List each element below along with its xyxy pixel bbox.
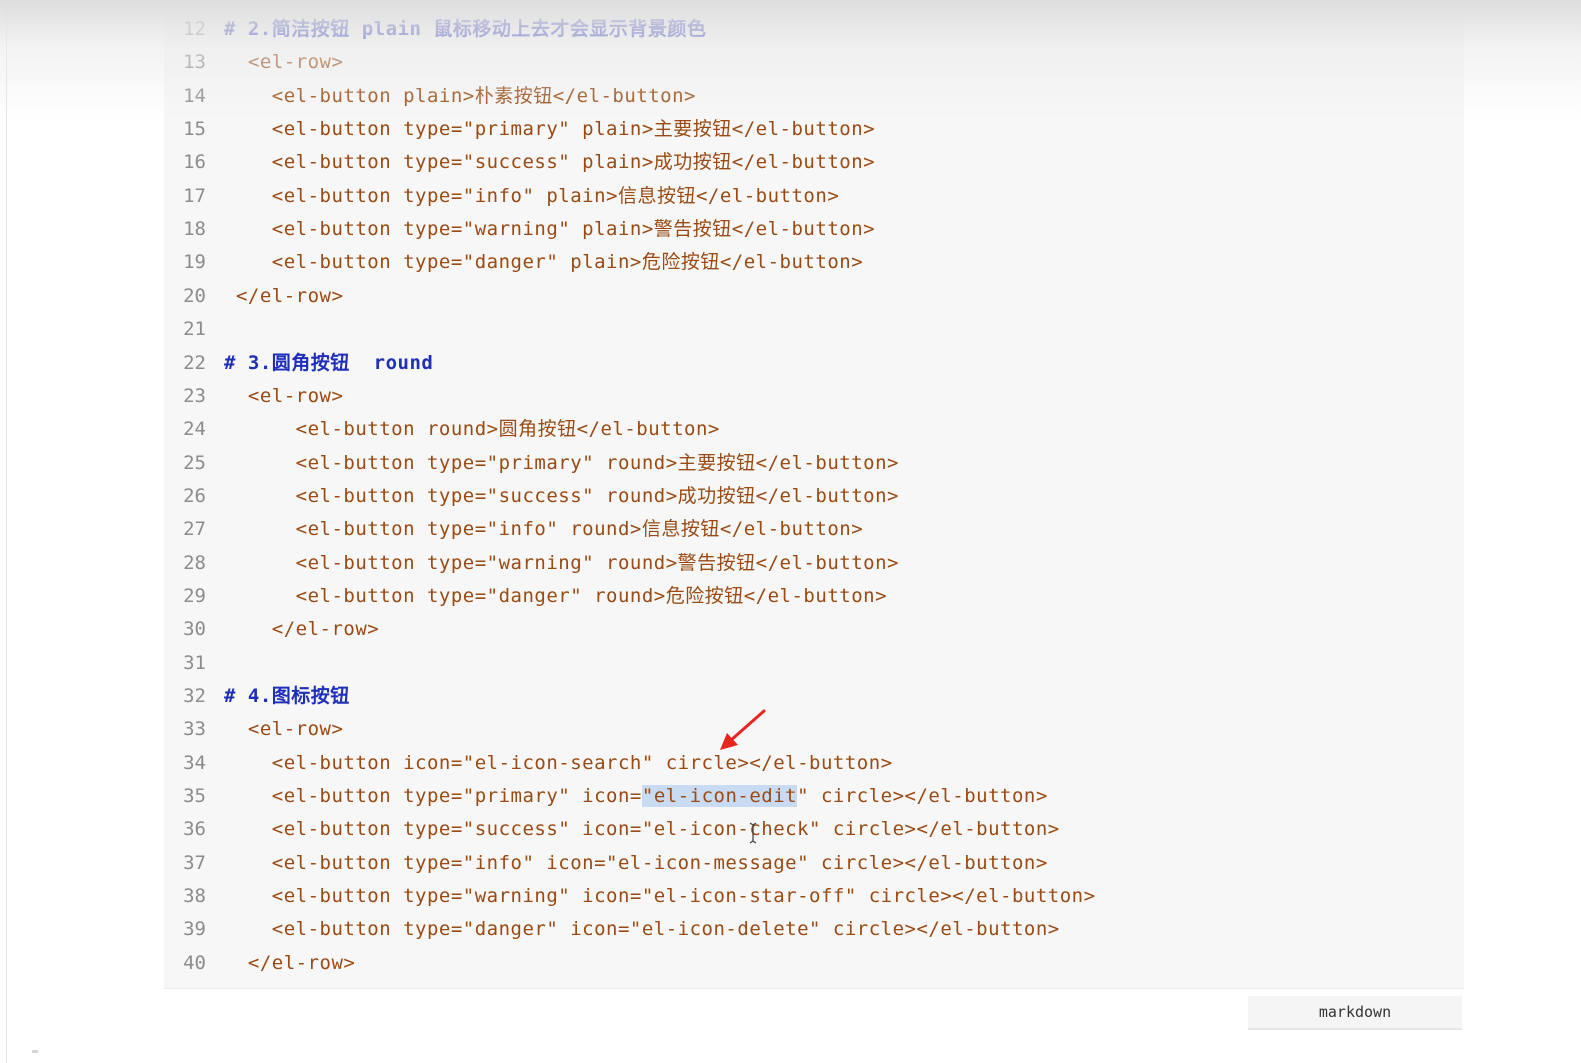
line-number: 15	[183, 118, 206, 141]
code-block[interactable]: 12 # 2.简洁按钮 plain 鼠标移动上去才会显示背景颜色 13 <el-ro…	[164, 0, 1464, 989]
line-number: 23	[183, 384, 206, 407]
code-text: </el-row>	[224, 618, 380, 641]
code-text: <el-button type="primary" plain>主要按钮</el…	[224, 118, 876, 141]
code-text: <el-row>	[224, 718, 344, 741]
line-number: 28	[183, 551, 206, 574]
line-number: 31	[183, 651, 206, 674]
line-number: 12	[183, 18, 206, 40]
line-number: 24	[183, 418, 206, 441]
line-number: 29	[183, 584, 206, 607]
line-number: 18	[183, 218, 206, 241]
code-text: <el-button type="primary" round>主要按钮</el…	[224, 451, 899, 474]
line-number: 40	[183, 951, 206, 974]
line-number: 32	[183, 685, 206, 707]
line-number: 39	[183, 918, 206, 941]
code-text: <el-button type="success" round>成功按钮</el…	[224, 484, 899, 507]
line-number: 21	[183, 318, 206, 341]
line-number: 33	[183, 718, 206, 741]
line-number: 25	[183, 451, 206, 474]
code-text: <el-button type="danger" round>危险按钮</el-…	[224, 584, 888, 607]
code-text: <el-button type="info" plain>信息按钮</el-bu…	[224, 184, 840, 207]
code-text: <el-button type="info" round>信息按钮</el-bu…	[224, 518, 864, 541]
code-text: <el-button type="warning" icon="el-icon-…	[224, 885, 1096, 908]
left-border	[6, 0, 7, 1063]
code-text: <el-row>	[224, 384, 344, 407]
code-text: <el-button type="success" icon="el-icon-…	[224, 818, 1060, 841]
code-text: <el-button type="danger" plain>危险按钮</el-…	[224, 251, 864, 274]
line-number: 26	[183, 484, 206, 507]
screen: 12 # 2.简洁按钮 plain 鼠标移动上去才会显示背景颜色 13 <el-ro…	[0, 0, 1581, 1063]
line-number: 16	[183, 151, 206, 174]
code-text: </el-row>	[224, 284, 344, 307]
code-comment: # 2.简洁按钮 plain 鼠标移动上去才会显示背景颜色	[224, 18, 707, 40]
line-number: 17	[183, 184, 206, 207]
line-number: 19	[183, 251, 206, 274]
code-text: <el-button round>圆角按钮</el-button>	[224, 418, 720, 441]
code-text: <el-button plain>朴素按钮</el-button>	[224, 84, 696, 107]
red-arrow-icon	[720, 709, 766, 750]
line-number: 35	[183, 785, 206, 808]
line-number: 14	[183, 84, 206, 107]
line-number: 36	[183, 818, 206, 841]
code-text: <el-button type="danger" icon="el-icon-d…	[224, 918, 1060, 941]
code-text: <el-row>	[224, 51, 344, 74]
line-number: 27	[183, 518, 206, 541]
line-number: 20	[183, 284, 206, 307]
selected-text[interactable]: "el-icon-edit	[641, 785, 798, 808]
line-number: 30	[183, 618, 206, 641]
code-text: <el-button icon="el-icon-search" circle>…	[224, 751, 893, 774]
code-text: <el-button type="info" icon="el-icon-mes…	[224, 851, 1048, 874]
code-text: <el-button type="warning" round>警告按钮</el…	[224, 551, 899, 574]
line-number: 22	[183, 351, 206, 374]
code-text: </el-row>	[224, 951, 356, 974]
code-text: <el-button type="warning" plain>警告按钮</el…	[224, 218, 876, 241]
code-comment: # 3.圆角按钮 round	[224, 351, 434, 374]
line-number: 37	[183, 851, 206, 874]
code-comment: # 4.图标按钮	[224, 685, 350, 707]
text-cursor-icon	[749, 822, 757, 844]
code-text: <el-button type="primary" icon="el-icon-…	[224, 785, 1048, 808]
line-number: 13	[183, 51, 206, 74]
code-text: <el-button type="success" plain>成功按钮</el…	[224, 151, 876, 174]
line-number: 34	[183, 751, 206, 774]
scroll-hint	[32, 1050, 38, 1053]
language-badge[interactable]: markdown	[1248, 996, 1462, 1030]
line-number: 38	[183, 885, 206, 908]
